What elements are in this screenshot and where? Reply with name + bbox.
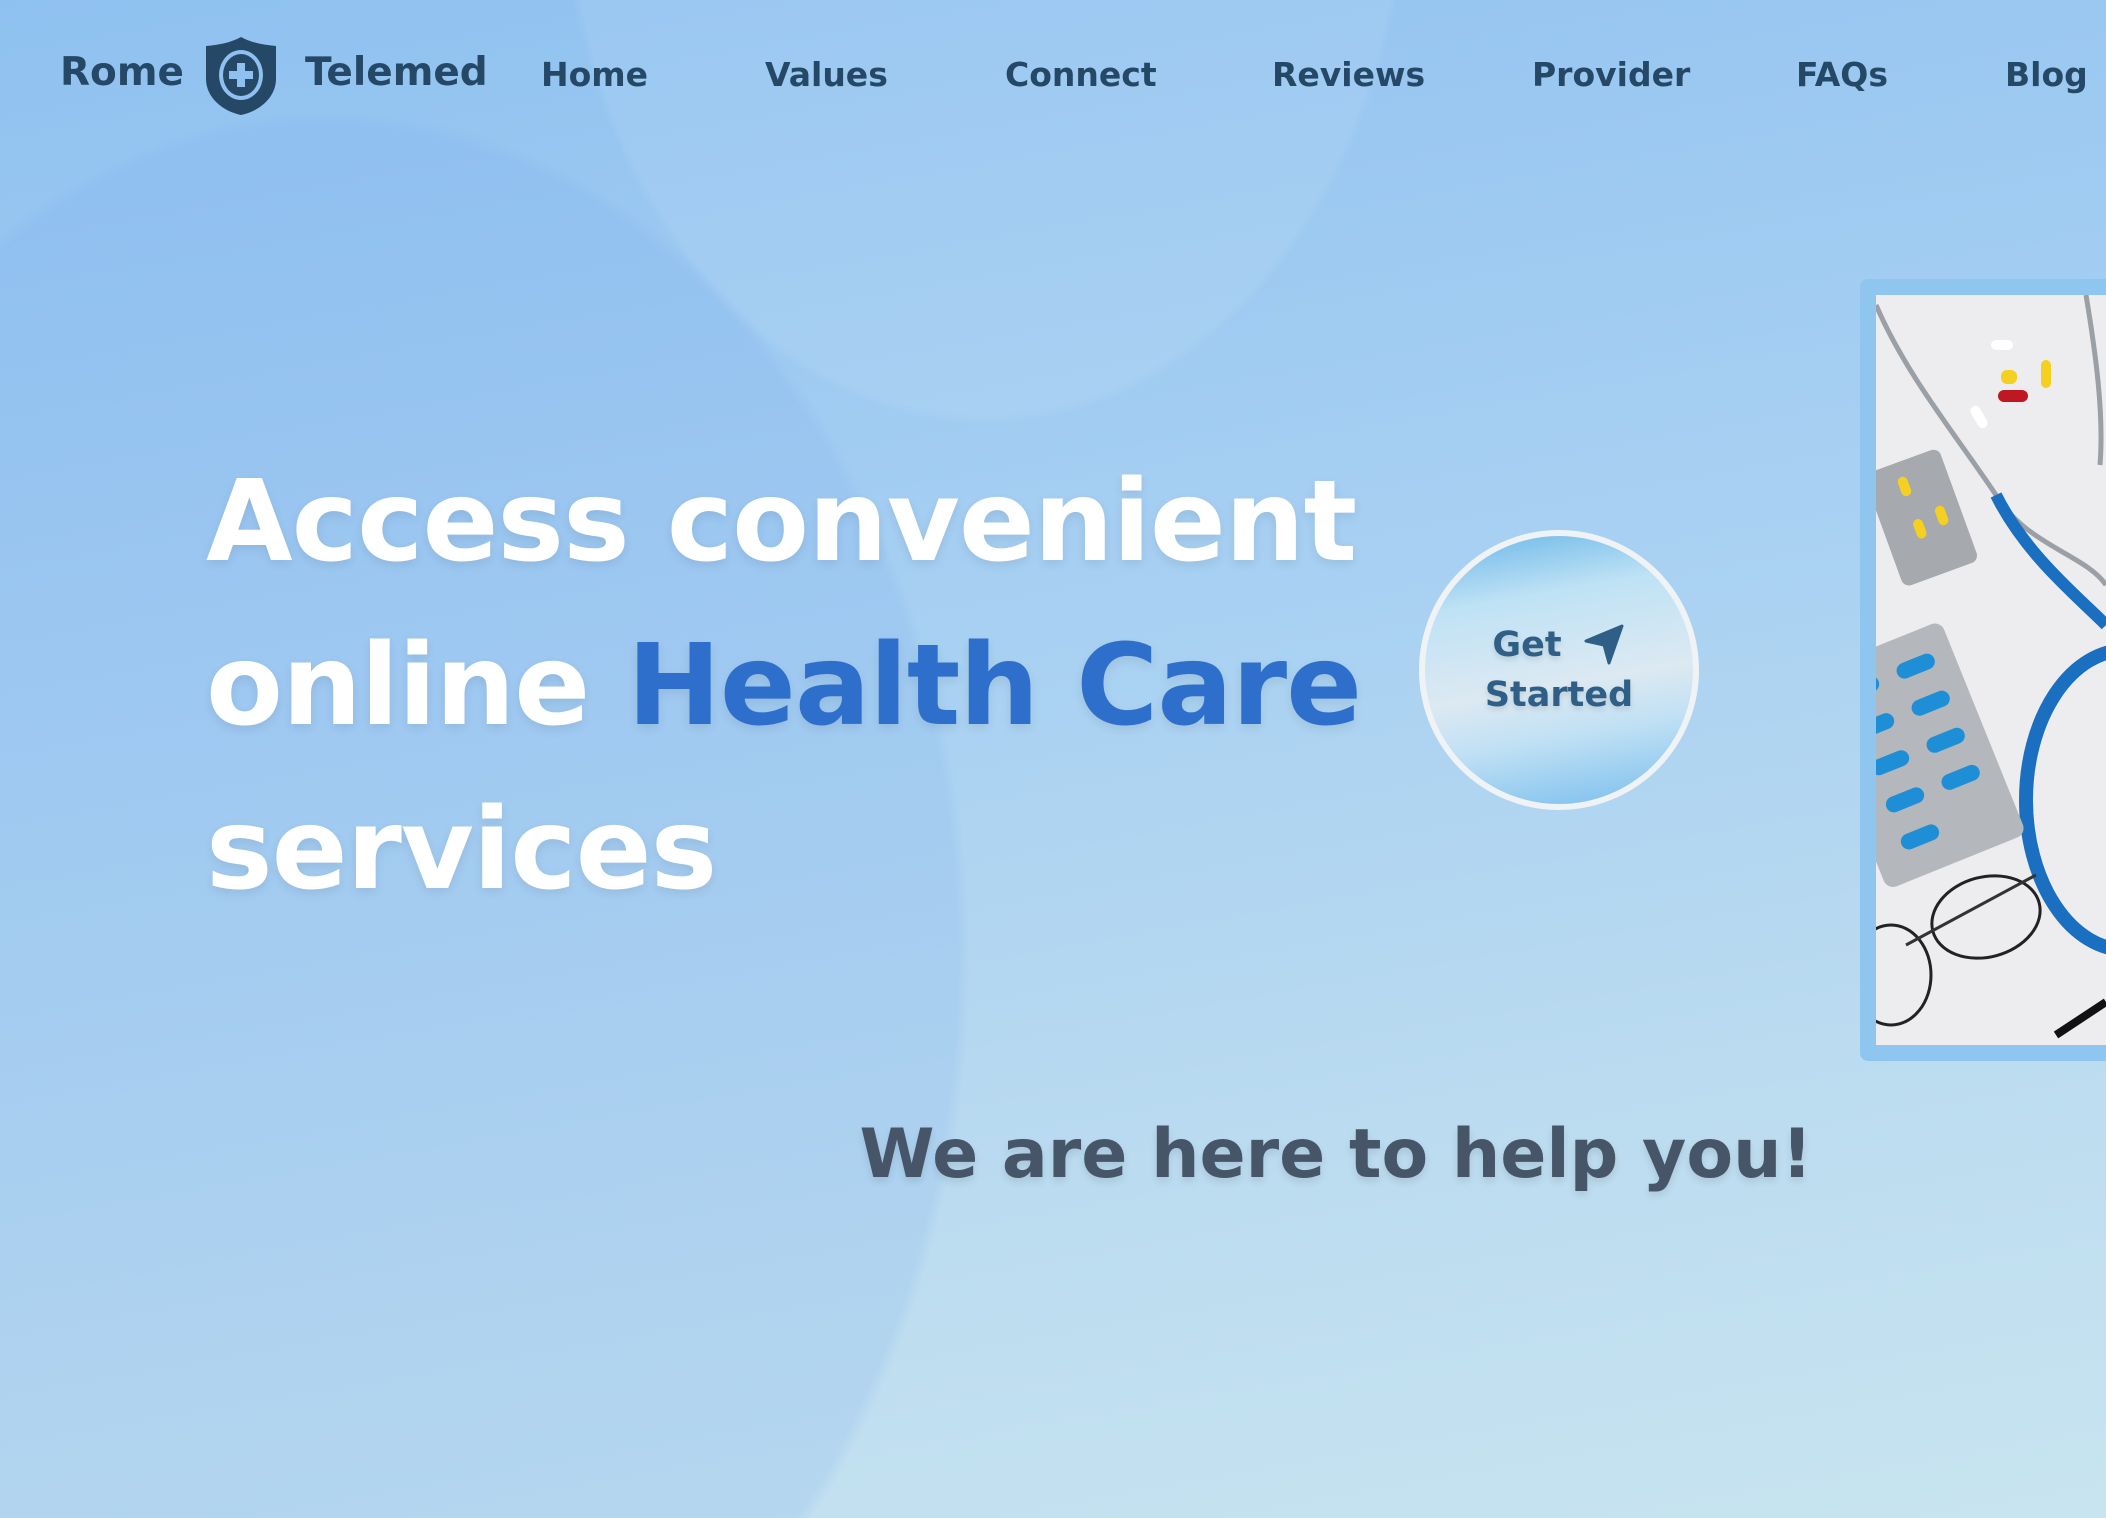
nav-connect[interactable]: Connect: [1005, 55, 1157, 94]
cta-label-2: Started: [1484, 675, 1634, 715]
cta-row: Get: [1492, 620, 1625, 670]
cta-label-1: Get: [1492, 625, 1562, 665]
hero-image-medical-supplies: [1876, 295, 2106, 1045]
navigation-arrow-icon: [1584, 624, 1624, 665]
nav-faqs[interactable]: FAQs: [1796, 55, 1888, 94]
headline-line-2: online Health Care: [206, 604, 1362, 768]
nav-blog[interactable]: Blog: [2005, 55, 2088, 94]
shield-plus-icon[interactable]: [202, 35, 280, 117]
headline-highlight: Health Care: [627, 621, 1362, 751]
tagline: We are here to help you!: [859, 1115, 1813, 1194]
brand-name-left[interactable]: Rome: [60, 50, 184, 95]
headline-line-2-prefix: online: [206, 621, 628, 751]
nav-provider[interactable]: Provider: [1532, 55, 1690, 94]
top-nav: Rome Telemed Home Values Connect Reviews…: [0, 0, 2106, 150]
nav-values[interactable]: Values: [765, 55, 888, 94]
brand-name-right[interactable]: Telemed: [305, 50, 488, 95]
headline-line-1: Access convenient: [206, 457, 1357, 587]
get-started-button[interactable]: Get Started: [1419, 530, 1699, 810]
nav-reviews[interactable]: Reviews: [1272, 55, 1425, 94]
nav-home[interactable]: Home: [541, 55, 648, 94]
hero-headline: Access convenient online Health Care ser…: [206, 440, 1362, 932]
headline-line-3: services: [206, 785, 717, 915]
